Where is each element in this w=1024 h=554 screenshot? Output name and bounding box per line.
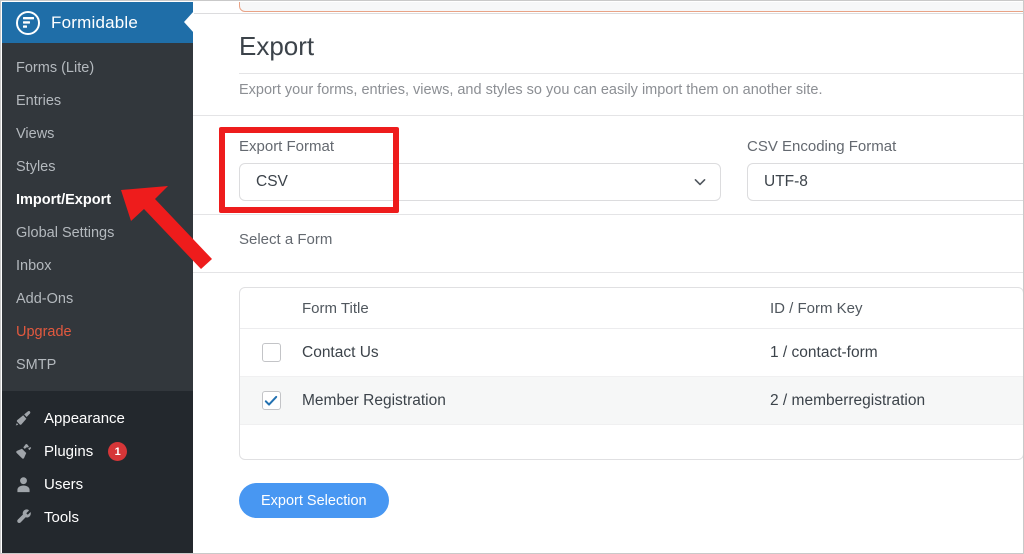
- form-selection-table: Form Title ID / Form Key Contact Us 1 / …: [239, 287, 1023, 460]
- sidebar-item-label: SMTP: [16, 356, 57, 373]
- export-format-select[interactable]: CSV: [239, 163, 721, 201]
- sidebar-item-styles[interactable]: Styles: [2, 150, 193, 183]
- header-form-title: Form Title: [302, 299, 369, 317]
- sidebar-item-forms[interactable]: Forms (Lite): [2, 51, 193, 84]
- wrench-icon: [13, 508, 34, 528]
- sidebar-item-add-ons[interactable]: Add-Ons: [2, 282, 193, 315]
- title-divider: [239, 73, 1023, 74]
- checkbox-unchecked-icon[interactable]: [261, 343, 281, 362]
- sidebar-item-tools[interactable]: Tools: [2, 501, 193, 534]
- sidebar-item-label: Tools: [44, 509, 80, 526]
- checkbox-checked-icon[interactable]: [261, 391, 281, 410]
- sidebar-item-label: Inbox: [16, 257, 52, 274]
- sidebar-item-label: Global Settings: [16, 224, 115, 241]
- main-content: Export Export your forms, entries, views…: [193, 2, 1023, 553]
- admin-sidebar: Formidable Forms (Lite) Entries Views St…: [2, 2, 194, 553]
- sidebar-item-users[interactable]: Users: [2, 468, 193, 501]
- export-card: [193, 13, 1023, 14]
- wordpress-menu: Appearance Plugins 1 Users Tools: [2, 391, 193, 534]
- page-title: Export: [239, 31, 315, 61]
- sidebar-item-plugins[interactable]: Plugins 1: [2, 435, 193, 468]
- sidebar-item-smtp[interactable]: SMTP: [2, 348, 193, 381]
- description-divider: [193, 115, 1023, 116]
- header-id-form-key: ID / Form Key: [770, 299, 863, 317]
- export-format-label: Export Format: [239, 138, 335, 155]
- csv-encoding-value: UTF-8: [764, 173, 808, 190]
- sidebar-item-label: Styles: [16, 158, 56, 175]
- sidebar-item-label: Upgrade: [16, 323, 72, 340]
- sidebar-item-label: Forms (Lite): [16, 59, 95, 76]
- sidebar-item-label: Users: [44, 476, 84, 493]
- sidebar-item-label: Entries: [16, 92, 62, 109]
- row-form-title: Member Registration: [302, 391, 446, 409]
- brand-title: Formidable: [51, 12, 139, 32]
- sidebar-item-inbox[interactable]: Inbox: [2, 249, 193, 282]
- plugins-update-badge: 1: [108, 442, 128, 461]
- formidable-brand-header[interactable]: Formidable: [2, 2, 194, 43]
- sidebar-item-label: Appearance: [44, 410, 125, 427]
- user-icon: [13, 475, 34, 495]
- top-notice-banner: [239, 2, 1023, 12]
- screenshot-root: Formidable Forms (Lite) Entries Views St…: [0, 0, 1024, 554]
- csv-encoding-select[interactable]: UTF-8: [747, 163, 1023, 201]
- row-checkbox-cell[interactable]: [240, 343, 302, 362]
- sidebar-item-label: Add-Ons: [16, 290, 74, 307]
- select-form-label: Select a Form: [239, 231, 333, 248]
- sidebar-item-label: Plugins: [44, 443, 94, 460]
- table-footer: [240, 425, 1023, 459]
- sidebar-item-appearance[interactable]: Appearance: [2, 402, 193, 435]
- plug-icon: [13, 442, 34, 462]
- chevron-down-icon: [692, 174, 708, 190]
- formidable-logo-icon: [16, 10, 40, 35]
- brand-notch: [184, 11, 194, 33]
- row-form-title: Contact Us: [302, 343, 379, 361]
- paintbrush-icon: [13, 409, 34, 429]
- field-row-divider: [193, 214, 1023, 215]
- row-form-key: 1 / contact-form: [770, 343, 878, 361]
- page-description: Export your forms, entries, views, and s…: [239, 82, 823, 98]
- sidebar-item-global-settings[interactable]: Global Settings: [2, 216, 193, 249]
- sidebar-item-label: Import/Export: [16, 191, 112, 208]
- sidebar-item-label: Views: [16, 125, 55, 142]
- table-row[interactable]: Member Registration 2 / memberregistrati…: [240, 377, 1023, 425]
- sidebar-item-entries[interactable]: Entries: [2, 84, 193, 117]
- export-selection-button[interactable]: Export Selection: [239, 483, 389, 518]
- sidebar-item-upgrade[interactable]: Upgrade: [2, 315, 193, 348]
- table-header-row: Form Title ID / Form Key: [240, 288, 1023, 329]
- sidebar-item-import-export[interactable]: Import/Export: [2, 183, 193, 216]
- select-form-divider: [193, 272, 1023, 273]
- row-checkbox-cell[interactable]: [240, 391, 302, 410]
- sidebar-item-views[interactable]: Views: [2, 117, 193, 150]
- plugin-submenu: Forms (Lite) Entries Views Styles Import…: [2, 43, 193, 391]
- table-row[interactable]: Contact Us 1 / contact-form: [240, 329, 1023, 377]
- export-format-value: CSV: [256, 173, 288, 190]
- csv-encoding-label: CSV Encoding Format: [747, 138, 897, 155]
- row-form-key: 2 / memberregistration: [770, 391, 926, 409]
